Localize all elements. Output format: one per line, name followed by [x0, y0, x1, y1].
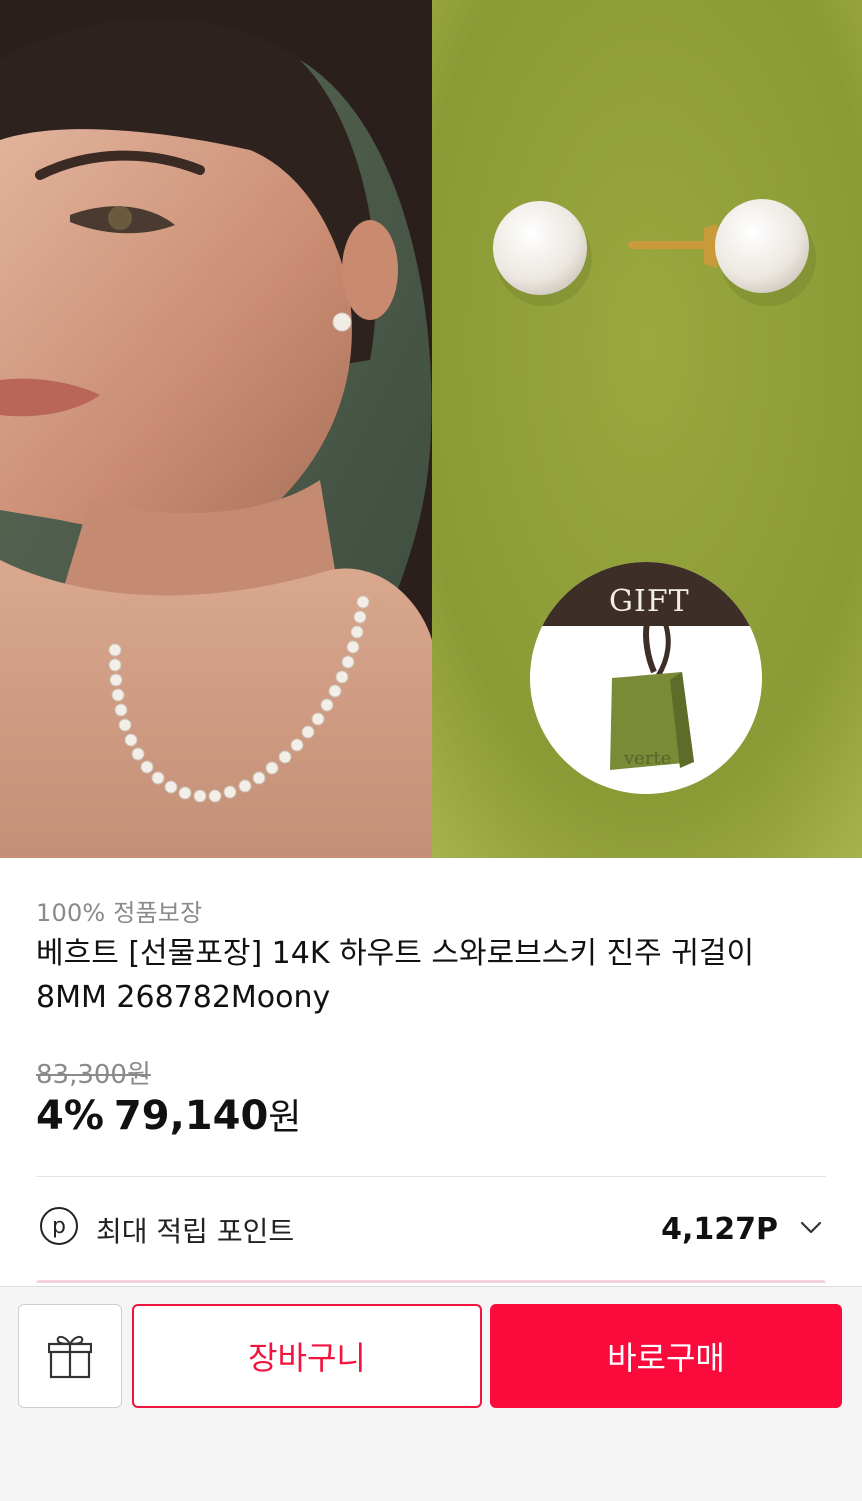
product-photo: GIFT verte: [432, 0, 862, 858]
gift-button[interactable]: [18, 1304, 122, 1408]
product-title: 베흐트 [선물포장] 14K 하우트 스와로브스키 진주 귀걸이 8MM 268…: [36, 936, 755, 1015]
original-price: 83,300원: [36, 1060, 151, 1090]
divider: [36, 1176, 826, 1177]
model-photo: [0, 0, 432, 858]
purchase-bar: 장바구니 바로구매: [0, 1286, 862, 1501]
points-icon: p: [40, 1207, 78, 1245]
product-image-gallery[interactable]: GIFT verte: [0, 0, 862, 858]
points-label: 최대 적립 포인트: [96, 1215, 295, 1248]
gift-label: GIFT: [609, 584, 690, 619]
currency-unit: 원: [268, 1097, 302, 1138]
sale-price-row: 4% 79,140원: [36, 1088, 301, 1140]
authenticity-guarantee: 100% 정품보장: [36, 899, 203, 927]
buy-now-button[interactable]: 바로구매: [490, 1304, 842, 1408]
discount-rate: 4%: [36, 1093, 104, 1139]
gift-icon: [48, 1335, 92, 1379]
coupon-banner-edge: [36, 1280, 826, 1283]
sale-price: 79,140: [113, 1093, 269, 1139]
add-to-cart-button[interactable]: 장바구니: [132, 1304, 482, 1408]
max-points-row[interactable]: p 최대 적립 포인트 4,127P: [36, 1204, 826, 1254]
chevron-down-icon[interactable]: [798, 1214, 824, 1240]
bag-brand-label: verte: [624, 748, 672, 769]
points-value: 4,127P: [661, 1212, 778, 1247]
